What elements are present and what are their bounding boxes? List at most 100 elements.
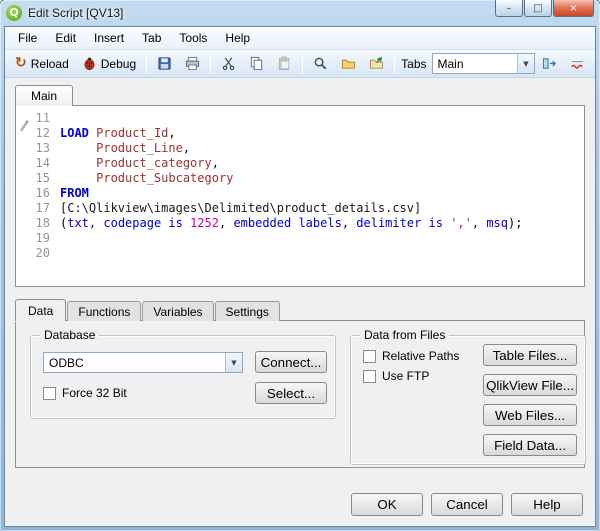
code-line: 20 [16,246,584,261]
save-button[interactable] [151,53,178,74]
relative-paths-checkrow[interactable]: Relative Paths [363,349,459,363]
menu-help[interactable]: Help [216,27,259,49]
script-tab-main[interactable]: Main [15,85,74,106]
paste-icon [279,56,290,71]
edit-script-window: Q Edit Script [QV13] – □ × File Edit Ins… [0,0,600,531]
tab-settings[interactable]: Settings [214,301,280,321]
code-text: FROM [60,186,89,200]
qlikview-icon[interactable]: Q [6,5,22,21]
move-tab-icon [542,58,557,69]
window-controls: – □ × [494,0,594,17]
syntax-check-icon [571,61,584,69]
tabs-combobox[interactable]: Main ▼ [431,53,535,74]
syntax-check-button[interactable] [564,53,591,74]
relative-paths-label: Relative Paths [382,349,460,363]
code-text: LOAD Product_Id, [60,126,176,140]
database-group: Database ODBC ▼ Connect... Force 32 Bit … [30,328,336,419]
menu-insert[interactable]: Insert [85,27,133,49]
code-text: [C:\Qlikview\images\Delimited\product_de… [60,201,422,215]
find-icon [314,57,327,70]
editor-lines: 11 12 LOAD Product_Id, 13 Product_Line, 14 P… [16,111,584,261]
data-from-files-group-label: Data from Files [360,328,450,342]
line-number: 20 [35,246,50,260]
close-button[interactable]: × [553,0,594,17]
copy-button[interactable] [243,53,270,74]
code-text: Product_Subcategory [96,171,234,185]
menu-edit[interactable]: Edit [46,27,85,49]
toolbar-separator [210,53,212,74]
margin-marker-icon [20,120,29,132]
qlikview-file-button[interactable]: QlikView File... [483,374,577,396]
use-ftp-checkbox[interactable] [363,369,376,383]
maximize-button[interactable]: □ [524,0,552,17]
table-files-button[interactable]: Table Files... [483,344,577,366]
tab-functions[interactable]: Functions [67,301,142,321]
paste-button[interactable] [271,53,298,74]
database-combobox[interactable]: ODBC ▼ [43,352,243,373]
find-button[interactable] [307,53,334,74]
cut-button[interactable] [215,53,242,74]
code-line: 14 Product_category, [16,156,584,171]
script-editor[interactable]: 11 12 LOAD Product_Id, 13 Product_Line, 14 P… [15,105,585,287]
connect-button[interactable]: Connect... [255,351,327,373]
database-combobox-value: ODBC [49,355,84,370]
tool-pane-tabs: Data Functions Variables Settings [15,299,585,321]
tab-variables[interactable]: Variables [142,301,214,321]
force-32-bit-label: Force 32 Bit [62,386,127,400]
force-32-bit-checkrow[interactable]: Force 32 Bit [43,386,127,400]
code-line: 15 Product_Subcategory [16,171,584,186]
line-number: 18 [35,216,50,230]
toolbar-separator [394,53,396,74]
titlebar[interactable]: Q Edit Script [QV13] – □ × [0,0,600,26]
data-from-files-group: Data from Files Relative Paths Use FTP T… [350,328,586,465]
field-data-button[interactable]: Field Data... [483,434,577,456]
menu-file[interactable]: File [9,27,46,49]
web-files-button[interactable]: Web Files... [483,404,577,426]
code-line: 13 Product_Line, [16,141,584,156]
debug-label: Debug [100,56,137,71]
line-number: 13 [35,141,50,155]
menu-tab[interactable]: Tab [133,27,170,49]
cancel-button[interactable]: Cancel [431,493,503,516]
help-button[interactable]: Help [511,493,583,516]
toolbar: ↻ Reload Debug Tabs Main ▼ [5,50,595,78]
open-folder-icon [342,59,356,69]
code-text: Product_Line, [96,141,191,155]
move-tab-button[interactable] [536,53,563,74]
reload-icon: ↻ [15,55,27,71]
script-tab-strip: Main [15,84,585,106]
code-line: 11 [16,111,584,126]
line-number: 17 [35,201,50,215]
ok-button[interactable]: OK [351,493,423,516]
window-body: File Edit Insert Tab Tools Help ↻ Reload [4,26,596,527]
minimize-button[interactable]: – [495,0,523,17]
tabs-combobox-arrow-icon[interactable]: ▼ [517,54,534,73]
code-line: 16 FROM [16,186,584,201]
debug-button[interactable]: Debug [76,53,142,74]
open-folder-button[interactable] [335,53,362,74]
force-32-bit-checkbox[interactable] [43,386,56,400]
print-button[interactable] [179,53,206,74]
database-combobox-arrow-icon[interactable]: ▼ [225,353,242,372]
print-icon [186,56,200,71]
tab-data[interactable]: Data [15,299,67,321]
code-line: 19 [16,231,584,246]
menu-tools[interactable]: Tools [170,27,216,49]
include-file-button[interactable] [363,53,390,74]
toolbar-separator [146,53,148,74]
debug-icon [84,57,95,70]
use-ftp-checkrow[interactable]: Use FTP [363,369,429,383]
line-number: 15 [35,171,50,185]
reload-label: Reload [30,56,69,71]
code-text: Product_category, [96,156,219,170]
use-ftp-label: Use FTP [382,369,430,383]
relative-paths-checkbox[interactable] [363,349,376,363]
select-button[interactable]: Select... [255,382,327,404]
reload-button[interactable]: ↻ Reload [9,53,75,74]
cut-icon [222,57,235,71]
tabs-label: Tabs [401,56,427,71]
line-number: 14 [35,156,50,170]
